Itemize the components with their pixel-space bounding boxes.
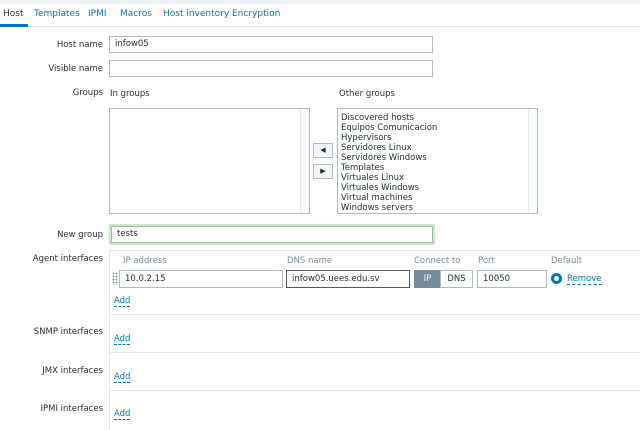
form-tabs: Host Templates IPMI Macros Host inventor…	[0, 0, 640, 27]
group-option[interactable]: Discovered hosts	[341, 113, 437, 123]
tab-encryption[interactable]: Encryption	[232, 9, 280, 19]
jmx-add-link[interactable]: Add	[114, 372, 131, 383]
agent-interfaces-label: Agent interfaces	[32, 254, 103, 264]
ipmi-section-top-border	[109, 390, 640, 391]
remove-interface-link[interactable]: Remove	[567, 274, 602, 285]
host-name-label: Host name	[56, 40, 103, 50]
host-name-input[interactable]: infow05	[109, 36, 433, 53]
tab-host-inventory[interactable]: Host inventory	[163, 9, 229, 19]
agent-port-input[interactable]: 10050	[477, 270, 547, 288]
tab-templates[interactable]: Templates	[34, 9, 80, 19]
group-option[interactable]: Templates	[341, 163, 437, 173]
drag-handle-icon[interactable]	[112, 272, 118, 285]
jmx-section-top-border	[109, 352, 640, 353]
move-right-button[interactable]: ▶	[313, 164, 333, 179]
arrow-left-icon: ◀	[320, 146, 326, 154]
group-option[interactable]: Servidores Linux	[341, 143, 437, 153]
visible-name-input[interactable]	[109, 60, 433, 77]
agent-add-link[interactable]: Add	[114, 296, 131, 307]
connect-to-header: Connect to	[414, 256, 461, 266]
port-header: Port	[478, 256, 495, 266]
arrow-right-icon: ▶	[320, 167, 326, 175]
other-groups-scrollbar[interactable]	[528, 109, 537, 213]
group-option[interactable]: Windows servers	[341, 203, 437, 213]
jmx-section-left-border	[109, 352, 110, 390]
groups-label: Groups	[72, 88, 103, 98]
ip-address-header: IP address	[123, 256, 167, 266]
new-group-label: New group	[57, 230, 103, 240]
dns-name-header: DNS name	[287, 256, 333, 266]
group-option[interactable]: Servidores Windows	[341, 153, 437, 163]
active-tab-indicator	[0, 24, 28, 27]
group-option[interactable]: Hypervisors	[341, 133, 437, 143]
visible-name-label: Visible name	[48, 64, 103, 74]
group-option[interactable]: Virtuales Linux	[341, 173, 437, 183]
default-header: Default	[551, 256, 583, 266]
tab-macros[interactable]: Macros	[120, 9, 152, 19]
in-groups-listbox[interactable]	[109, 108, 310, 214]
agent-interface-row: 10.0.2.15 infow05.uees.edu.sv IP DNS 100…	[109, 268, 640, 290]
snmp-add-link[interactable]: Add	[114, 334, 131, 345]
ipmi-interfaces-label: IPMI interfaces	[40, 404, 103, 414]
agent-ip-input[interactable]: 10.0.2.15	[119, 270, 283, 288]
top-strip	[0, 0, 640, 4]
move-left-button[interactable]: ◀	[313, 143, 333, 158]
snmp-interfaces-label: SNMP interfaces	[33, 327, 103, 337]
agent-section-top-border	[109, 250, 640, 251]
ipmi-section-left-border	[109, 390, 110, 430]
other-groups-label: Other groups	[339, 89, 395, 99]
in-groups-scrollbar[interactable]	[300, 109, 309, 213]
group-option[interactable]: Virtual machines	[341, 193, 437, 203]
snmp-section-left-border	[109, 314, 110, 352]
other-groups-listbox[interactable]: Discovered hosts Equipos Comunicacion Hy…	[337, 108, 538, 214]
new-group-input[interactable]: tests	[111, 226, 433, 243]
tab-ipmi[interactable]: IPMI	[88, 9, 107, 19]
snmp-section-top-border	[109, 314, 640, 315]
group-option[interactable]: Virtuales Windows	[341, 183, 437, 193]
new-group-focus-ring: tests	[109, 224, 435, 245]
group-option[interactable]: Equipos Comunicacion	[341, 123, 437, 133]
tab-host[interactable]: Host	[3, 9, 24, 19]
jmx-interfaces-label: JMX interfaces	[42, 366, 103, 376]
agent-dns-input[interactable]: infow05.uees.edu.sv	[286, 270, 410, 288]
in-groups-label: In groups	[110, 89, 150, 99]
connect-dns-button[interactable]: DNS	[440, 270, 473, 288]
ipmi-add-link[interactable]: Add	[114, 409, 131, 420]
other-groups-options: Discovered hosts Equipos Comunicacion Hy…	[341, 113, 437, 213]
default-radio[interactable]	[551, 273, 562, 284]
connect-ip-button[interactable]: IP	[414, 270, 441, 288]
